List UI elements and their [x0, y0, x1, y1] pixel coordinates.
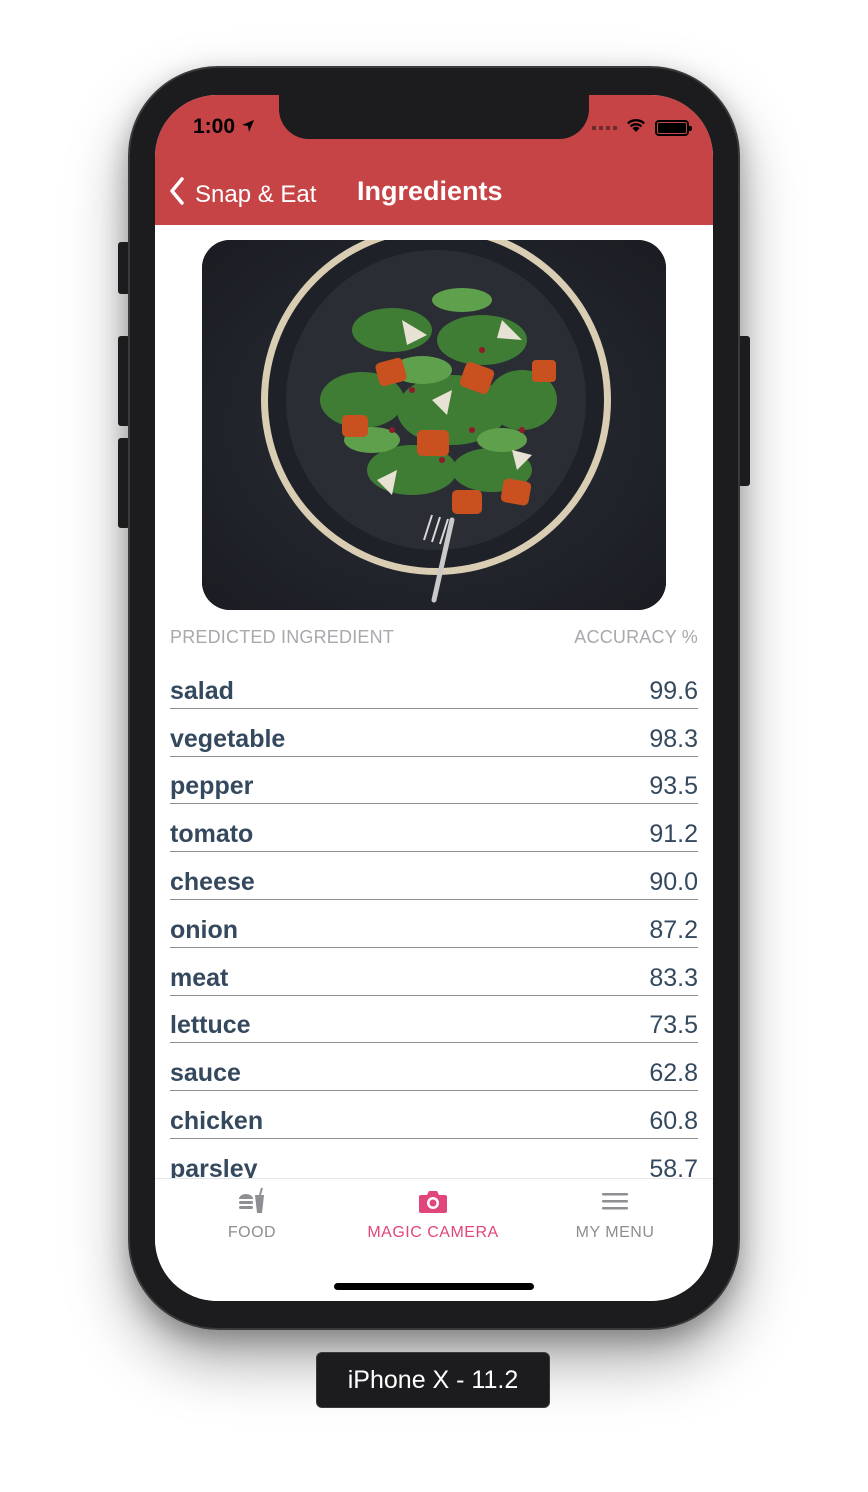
ingredient-name: sauce: [170, 1059, 241, 1088]
table-row[interactable]: vegetable 98.3: [170, 709, 698, 757]
tab-my-menu-label: MY MENU: [575, 1224, 655, 1241]
ingredient-name: vegetable: [170, 724, 286, 753]
ingredient-accuracy: 87.2: [649, 915, 698, 944]
table-row[interactable]: chicken 60.8: [170, 1091, 698, 1139]
ingredient-name: tomato: [170, 820, 254, 849]
tab-magic-camera-label: MAGIC CAMERA: [367, 1224, 499, 1241]
ingredient-accuracy: 90.0: [649, 867, 698, 896]
ingredient-accuracy: 99.6: [649, 676, 698, 705]
ingredient-name: lettuce: [170, 1011, 251, 1040]
ingredient-name: cheese: [170, 867, 255, 896]
status-time-label: 1:00: [193, 115, 236, 138]
ingredient-name: onion: [170, 915, 239, 944]
phone-screen: 1:00 Snap & Eat Ingredients PREDICTED IN…: [155, 95, 713, 1301]
table-row[interactable]: cheese 90.0: [170, 852, 698, 900]
back-button[interactable]: Snap & Eat: [169, 177, 316, 212]
location-arrow-icon: [241, 115, 255, 139]
table-row[interactable]: lettuce 73.5: [170, 996, 698, 1044]
ingredient-accuracy: 93.5: [649, 772, 698, 801]
simulator-device-label: iPhone X - 11.2: [316, 1352, 550, 1408]
chevron-left-icon: [169, 177, 185, 212]
home-indicator[interactable]: [334, 1283, 534, 1290]
page-title: Ingredients: [357, 176, 503, 206]
table-row[interactable]: salad 99.6: [170, 661, 698, 709]
table-row[interactable]: pepper 93.5: [170, 757, 698, 805]
salad-plate-photo: [202, 240, 666, 610]
header-ingredient: PREDICTED INGREDIENT: [170, 627, 395, 647]
food-icon: [237, 1187, 267, 1220]
menu-icon: [600, 1187, 630, 1220]
ingredient-name: meat: [170, 963, 229, 992]
ingredient-accuracy: 91.2: [649, 820, 698, 849]
table-row[interactable]: sauce 62.8: [170, 1043, 698, 1092]
ingredient-name: pepper: [170, 772, 254, 801]
ingredient-table-header: PREDICTED INGREDIENT ACCURACY %: [170, 627, 698, 648]
tab-magic-camera[interactable]: MAGIC CAMERA: [343, 1187, 523, 1242]
ingredient-accuracy: 98.3: [649, 724, 698, 753]
tab-my-menu[interactable]: MY MENU: [525, 1187, 705, 1242]
table-row[interactable]: meat 83.3: [170, 948, 698, 996]
ingredient-name: salad: [170, 676, 234, 705]
nav-header: 1:00 Snap & Eat Ingredients: [155, 95, 713, 225]
ingredient-accuracy: 62.8: [649, 1059, 698, 1088]
wifi-icon: [625, 117, 647, 138]
header-accuracy: ACCURACY %: [574, 627, 698, 647]
tab-food[interactable]: FOOD: [162, 1187, 342, 1242]
ingredient-accuracy: 83.3: [649, 963, 698, 992]
status-indicators: [592, 117, 692, 138]
tab-food-label: FOOD: [227, 1224, 277, 1241]
table-row[interactable]: onion 87.2: [170, 900, 698, 948]
tab-bar: FOOD MAGIC CAMERA MY MENU: [155, 1178, 713, 1301]
ingredient-list: salad 99.6 vegetable 98.3 pepper 93.5 to…: [170, 661, 698, 1187]
ingredient-accuracy: 60.8: [649, 1106, 698, 1135]
ingredient-accuracy: 73.5: [649, 1011, 698, 1040]
table-row[interactable]: tomato 91.2: [170, 804, 698, 853]
notch: [279, 95, 589, 139]
cellular-signal-icon: [592, 125, 617, 130]
ingredient-name: chicken: [170, 1106, 264, 1135]
camera-icon: [418, 1187, 448, 1220]
back-button-label: Snap & Eat: [195, 180, 317, 208]
status-time: 1:00: [193, 115, 255, 139]
battery-icon: [655, 119, 692, 136]
